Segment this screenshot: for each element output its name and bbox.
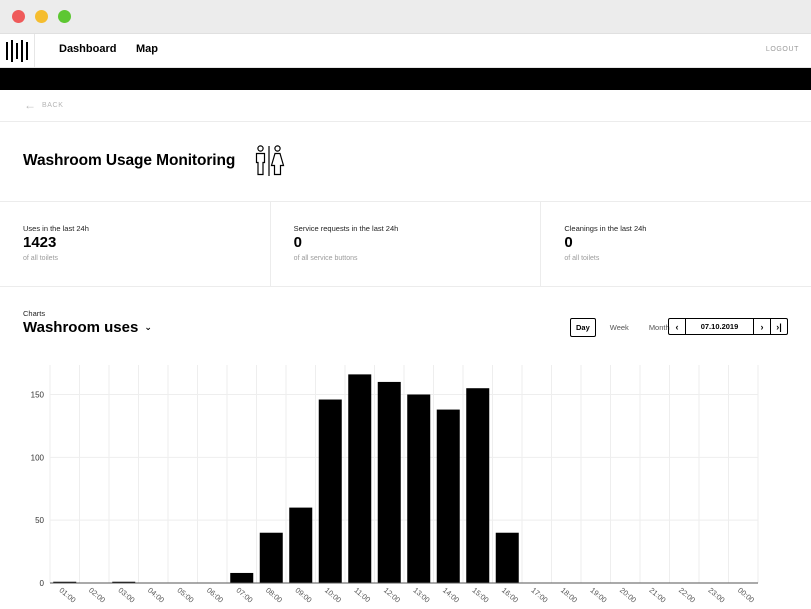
arrow-left-icon: ← bbox=[24, 98, 36, 112]
x-tick-label: 14:00 bbox=[441, 586, 461, 605]
bar bbox=[495, 532, 519, 583]
logout-button[interactable]: LOGOUT bbox=[766, 46, 799, 53]
bar bbox=[230, 572, 254, 583]
bar bbox=[436, 409, 460, 583]
stat-subtext: of all toilets bbox=[23, 255, 59, 262]
chart-selector-label: Washroom uses bbox=[23, 319, 139, 336]
x-tick-label: 02:00 bbox=[87, 586, 107, 605]
x-tick-label: 20:00 bbox=[618, 586, 638, 605]
x-tick-label: 11:00 bbox=[352, 586, 372, 605]
chevron-down-icon: ⌄ bbox=[144, 322, 152, 332]
x-tick-label: 04:00 bbox=[146, 586, 166, 605]
tab-day[interactable]: Day bbox=[570, 318, 596, 337]
x-tick-label: 09:00 bbox=[293, 586, 313, 605]
nav-dashboard[interactable]: Dashboard bbox=[59, 43, 116, 55]
y-tick-label: 0 bbox=[40, 579, 45, 588]
skip-to-end-icon[interactable]: ›| bbox=[770, 319, 787, 334]
stat-label: Cleanings in the last 24h bbox=[564, 224, 647, 233]
bar bbox=[466, 388, 490, 583]
stat-label: Service requests in the last 24h bbox=[293, 224, 399, 233]
title-section: Washroom Usage Monitoring bbox=[0, 122, 811, 202]
bar bbox=[407, 394, 431, 583]
period-tabs: Day Week Month bbox=[570, 318, 684, 337]
y-tick-label: 150 bbox=[31, 390, 45, 399]
x-tick-label: 01:00 bbox=[57, 586, 77, 605]
nav-map[interactable]: Map bbox=[136, 43, 158, 55]
maximize-window-button[interactable] bbox=[58, 10, 71, 23]
bar bbox=[259, 532, 283, 583]
back-row: ← BACK bbox=[0, 90, 811, 122]
x-tick-label: 17:00 bbox=[529, 586, 549, 605]
x-tick-label: 12:00 bbox=[382, 586, 402, 605]
stat-uses: Uses in the last 24h 1423 of all toilets bbox=[0, 202, 271, 286]
bar bbox=[318, 399, 342, 583]
x-tick-label: 13:00 bbox=[411, 586, 431, 605]
x-tick-label: 21:00 bbox=[647, 586, 667, 605]
stat-label: Uses in the last 24h bbox=[23, 224, 89, 233]
header-banner bbox=[0, 68, 811, 90]
x-tick-label: 23:00 bbox=[706, 586, 726, 605]
x-tick-label: 06:00 bbox=[205, 586, 225, 605]
page-title: Washroom Usage Monitoring bbox=[23, 152, 236, 169]
date-navigator: ‹ 07.10.2019 › ›| bbox=[668, 318, 788, 335]
x-tick-label: 00:00 bbox=[736, 586, 756, 605]
tab-week[interactable]: Week bbox=[604, 318, 635, 337]
back-label: BACK bbox=[42, 101, 64, 109]
stat-subtext: of all toilets bbox=[564, 255, 600, 262]
x-tick-label: 03:00 bbox=[116, 586, 136, 605]
stat-service-requests: Service requests in the last 24h 0 of al… bbox=[271, 202, 542, 286]
close-window-button[interactable] bbox=[12, 10, 25, 23]
x-tick-label: 22:00 bbox=[677, 586, 697, 605]
bar bbox=[348, 374, 372, 583]
charts-section-label: Charts bbox=[23, 309, 46, 318]
stat-subtext: of all service buttons bbox=[293, 255, 358, 262]
selected-date: 07.10.2019 bbox=[700, 322, 739, 331]
x-tick-label: 10:00 bbox=[323, 586, 343, 605]
x-tick-label: 18:00 bbox=[559, 586, 579, 605]
y-tick-label: 50 bbox=[35, 516, 44, 525]
y-tick-label: 100 bbox=[31, 453, 45, 462]
brand-logo[interactable] bbox=[0, 34, 35, 67]
x-tick-label: 08:00 bbox=[264, 586, 284, 605]
stat-value: 1423 bbox=[23, 234, 57, 251]
x-tick-label: 07:00 bbox=[234, 586, 254, 605]
back-link[interactable]: ← BACK bbox=[24, 98, 64, 112]
washroom-icon bbox=[255, 145, 285, 176]
top-navbar: Dashboard Map LOGOUT bbox=[0, 34, 811, 68]
stats-row: Uses in the last 24h 1423 of all toilets… bbox=[0, 202, 811, 287]
stat-value: 0 bbox=[293, 234, 303, 251]
stat-cleanings: Cleanings in the last 24h 0 of all toile… bbox=[541, 202, 811, 286]
chart-selector-dropdown[interactable]: Washroom uses ⌄ bbox=[23, 319, 152, 336]
chevron-left-icon[interactable]: ‹ bbox=[669, 319, 686, 334]
x-tick-label: 16:00 bbox=[500, 586, 520, 605]
stat-value: 0 bbox=[564, 234, 573, 251]
chevron-right-icon[interactable]: › bbox=[753, 319, 770, 334]
bar bbox=[377, 381, 401, 583]
x-tick-label: 15:00 bbox=[470, 586, 490, 605]
x-tick-label: 19:00 bbox=[588, 586, 608, 605]
x-tick-label: 05:00 bbox=[175, 586, 195, 605]
usage-bar-chart: 0 50 100 150 01:00 02:00 03:00 04:00 05:00 06:00 0… bbox=[31, 365, 759, 605]
window-titlebar bbox=[0, 0, 811, 34]
bar bbox=[289, 507, 313, 583]
minimize-window-button[interactable] bbox=[35, 10, 48, 23]
